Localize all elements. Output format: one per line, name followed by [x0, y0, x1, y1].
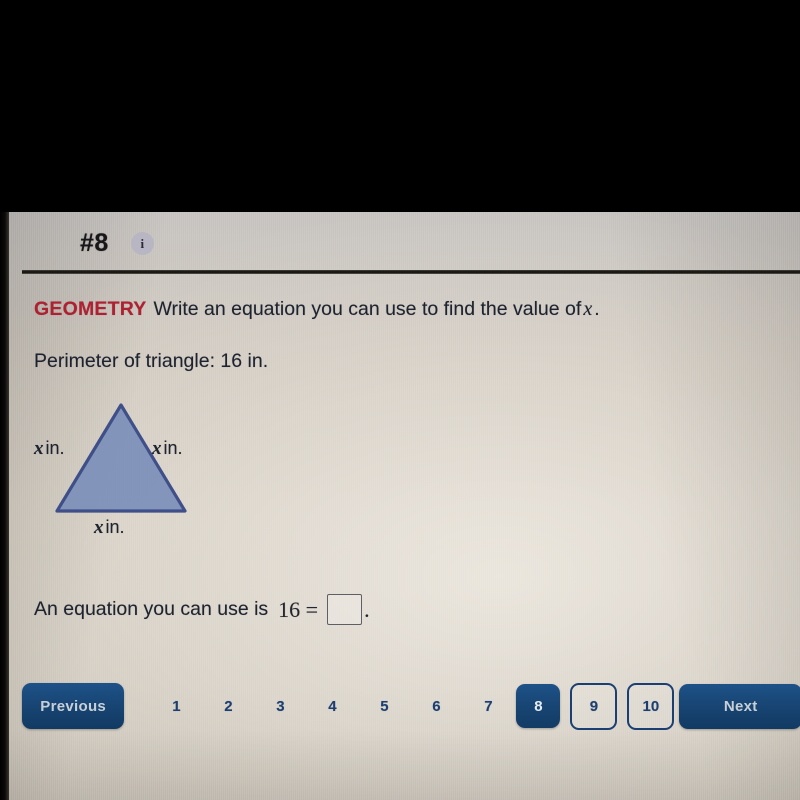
page-label: 5 — [380, 697, 389, 715]
answer-line: An equation you can use is 16 = . — [34, 594, 370, 625]
equation-expression: 16 = — [278, 596, 319, 622]
answer-input[interactable] — [327, 594, 363, 625]
photo-of-screen: #8 i GEOMETRY Write an equation you can u… — [0, 0, 800, 800]
label-right-unit: in. — [163, 438, 183, 458]
info-icon[interactable]: i — [130, 232, 154, 255]
subject-label: GEOMETRY — [34, 298, 147, 320]
screen-bezel-left — [0, 212, 9, 800]
page-button-1[interactable]: 1 — [150, 683, 202, 729]
prompt-variable: x — [583, 298, 593, 320]
page-button-5[interactable]: 5 — [358, 683, 410, 729]
header-divider — [22, 270, 800, 274]
label-base-unit: in. — [105, 517, 125, 537]
worksheet-screen: #8 i GEOMETRY Write an equation you can u… — [8, 212, 800, 800]
page-button-4[interactable]: 4 — [306, 683, 358, 729]
triangle-label-base: x in. — [94, 517, 125, 539]
page-button-9[interactable]: 9 — [570, 682, 618, 730]
page-number-list: 1 2 3 4 5 6 7 8 9 10 — [150, 682, 679, 730]
prompt-text: Write an equation you can use to find th… — [153, 298, 582, 320]
page-label: 7 — [484, 697, 493, 715]
page-button-7[interactable]: 7 — [462, 683, 514, 729]
page-button-10[interactable]: 10 — [627, 682, 675, 730]
triangle-shape — [55, 403, 187, 513]
page-button-3[interactable]: 3 — [254, 683, 306, 729]
label-left-unit: in. — [45, 438, 65, 458]
page-label: 1 — [172, 697, 181, 715]
question-header: #8 i — [80, 229, 154, 258]
answer-lead-text: An equation you can use is — [34, 598, 269, 620]
question-prompt: GEOMETRY Write an equation you can use to… — [34, 296, 754, 323]
next-button[interactable]: Next — [679, 683, 800, 729]
page-label: 3 — [276, 697, 285, 715]
triangle-label-left: x in. — [34, 438, 65, 460]
prompt-period: . — [594, 298, 600, 320]
pagination-bar: Previous 1 2 3 4 5 6 7 8 9 10 Next — [22, 680, 800, 732]
page-button-2[interactable]: 2 — [202, 683, 254, 729]
page-label: 2 — [224, 697, 233, 715]
page-button-current[interactable]: 8 — [516, 684, 561, 728]
page-button-6[interactable]: 6 — [410, 683, 462, 729]
triangle-figure: x in. x in. x in. — [22, 392, 282, 542]
label-left-variable: x — [34, 438, 44, 459]
answer-period: . — [364, 596, 370, 622]
page-label: 9 — [589, 697, 599, 715]
triangle-label-right: x in. — [152, 438, 183, 460]
label-right-variable: x — [152, 438, 162, 459]
page-label: 4 — [328, 697, 337, 715]
perimeter-statement: Perimeter of triangle: 16 in. — [34, 350, 269, 372]
page-label: 10 — [642, 697, 660, 715]
page-label: 8 — [534, 697, 543, 715]
previous-button[interactable]: Previous — [22, 683, 125, 729]
page-title: #8 — [80, 229, 109, 257]
page-label: 6 — [432, 697, 441, 715]
label-base-variable: x — [94, 517, 104, 538]
